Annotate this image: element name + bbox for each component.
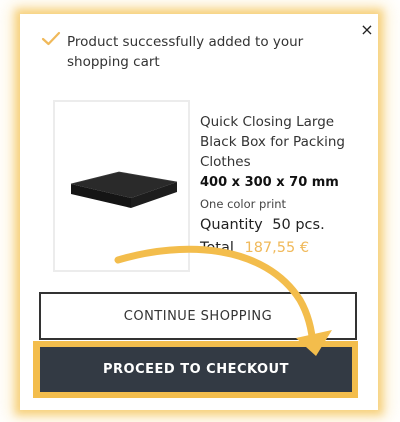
- product-name[interactable]: Quick Closing Large Black Box for Packin…: [200, 112, 350, 172]
- page: × Product successfully added to your sho…: [0, 0, 400, 422]
- product-dimensions: 400 x 300 x 70 mm: [200, 175, 339, 190]
- product-image-frame: [53, 100, 190, 272]
- continue-shopping-label: CONTINUE SHOPPING: [123, 308, 273, 324]
- proceed-to-checkout-button[interactable]: PROCEED TO CHECKOUT: [40, 347, 352, 392]
- success-message: Product successfully added to your shopp…: [67, 34, 304, 70]
- close-button[interactable]: ×: [358, 21, 376, 39]
- total-row: Total 187,55 €: [200, 240, 309, 256]
- quantity-row: Quantity 50 pcs.: [200, 217, 325, 233]
- product-image: [70, 171, 178, 208]
- close-icon[interactable]: ×: [360, 20, 373, 39]
- continue-shopping-button[interactable]: CONTINUE SHOPPING: [39, 292, 357, 340]
- check-icon: [41, 31, 61, 46]
- total-label: Total: [200, 240, 234, 256]
- quantity-label: Quantity: [200, 217, 263, 233]
- print-option: One color print: [200, 197, 287, 211]
- quantity-value: 50 pcs.: [272, 217, 325, 233]
- proceed-to-checkout-label: PROCEED TO CHECKOUT: [103, 362, 289, 377]
- total-price: 187,55 €: [244, 240, 310, 256]
